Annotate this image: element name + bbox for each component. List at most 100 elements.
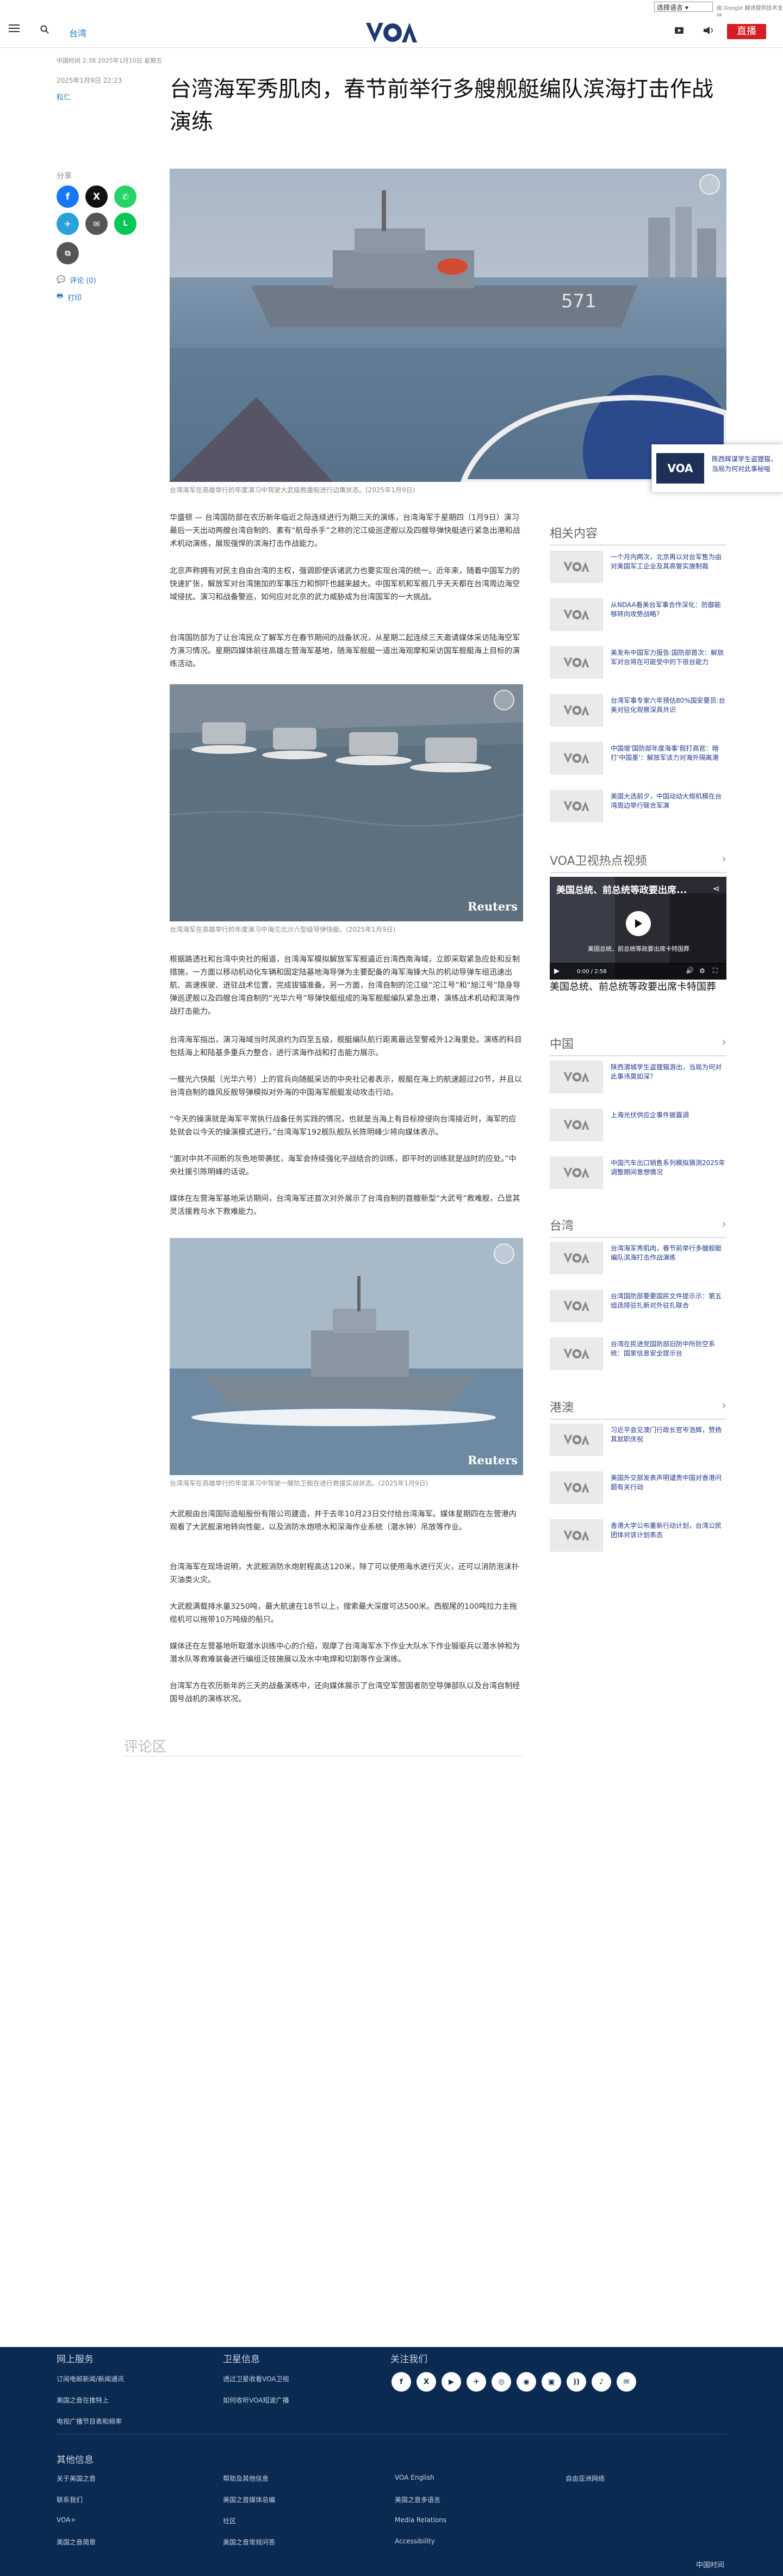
video-heading[interactable]: VOA卫视热点视频 › xyxy=(550,851,726,873)
related-item[interactable]: 从NDAA看美台军事合作深化：防御能够转向攻势战略？ xyxy=(550,598,726,634)
related-item[interactable]: 台湾军事专家六年预估80%国安要员:台美对驻化观察深具共识 xyxy=(550,694,726,730)
related-item[interactable]: 中国汽车出口销售系列模拟猜测2025年调整期间意想情况 xyxy=(550,1156,726,1192)
taiwan-heading[interactable]: 台湾 › xyxy=(550,1216,726,1238)
settings-icon[interactable]: ⚙ xyxy=(699,967,705,975)
related-item[interactable]: 习近平会见澳门行政长官岑浩辉，赞扬其就职庆祝 xyxy=(550,1423,726,1459)
language-select[interactable]: 选择语言 ▾ xyxy=(654,2,713,12)
footer-language-switch[interactable]: 中国时间 xyxy=(696,2559,724,2569)
footer-social-icon[interactable]: X xyxy=(417,2372,436,2392)
related-item[interactable]: 上海光伏供应企事件披露调 xyxy=(550,1109,726,1144)
author-link[interactable]: 粒仁 xyxy=(57,91,71,102)
related-item[interactable]: 陕西渭城学生盗狸猫游出，当局为何对此事讳莫如深？ xyxy=(550,1061,726,1097)
related-item-title: 美发布中国军力报告:国防部首次：解放军对台将在可能受中的下很台能力 xyxy=(611,649,724,666)
copy-link-icon[interactable]: ⧉ xyxy=(57,242,79,264)
paragraph: 媒体还在左营基地听取潜水训练中心的介绍，观摩了台湾海军水下作业大队水下作业锻驱兵… xyxy=(170,1642,520,1664)
related-item[interactable]: 美国外交部发表声明谴责中国对香港问题有关行动 xyxy=(550,1471,726,1507)
footer-divider xyxy=(57,2434,726,2435)
photo-caption: 台湾海军在高雄举行的年度演习中海沱北沙六型级导弹快艇。(2025年1月9日) xyxy=(170,926,396,933)
whatsapp-share-icon[interactable]: ✆ xyxy=(114,185,136,208)
play-control-icon[interactable]: ▶ xyxy=(554,967,560,975)
boats-photo[interactable] xyxy=(170,684,523,921)
footer-social-icon[interactable]: f xyxy=(391,2372,411,2392)
voa-thumb-icon xyxy=(550,1242,603,1274)
print-icon: 🖶 xyxy=(57,292,64,300)
paragraph: 一艘光六快艇（光华六号）上的官兵向随艇采访的中央社记者表示，舰艇在海上的航速超过… xyxy=(170,1075,522,1097)
footer-other-heading: 其他信息 xyxy=(57,2455,94,2466)
hk-heading[interactable]: 港澳 › xyxy=(550,1398,726,1420)
search-icon[interactable] xyxy=(40,25,49,34)
footer-social-icon[interactable]: ♪ xyxy=(592,2372,611,2392)
related-item[interactable]: 台湾海军秀肌肉，春节前举行多艘舰艇编队滨海打击作战演练 xyxy=(550,1242,726,1278)
rescue-ship-photo[interactable] xyxy=(170,1238,523,1475)
related-item[interactable]: 中国增'国防部年度海事'假打高官：暗打'中国墨'：解放军该力对海外隔离港 xyxy=(550,742,726,778)
related-item[interactable]: 美发布中国军力报告:国防部首次：解放军对台将在可能受中的下很台能力 xyxy=(550,646,726,682)
related-item-title: 陕西渭城学生盗狸猫游出，当局为何对此事讳莫如深？ xyxy=(611,1063,722,1080)
expand-icon[interactable] xyxy=(699,174,720,195)
footer-social-icon[interactable]: )) xyxy=(567,2372,586,2392)
footer-social-icon[interactable]: ▶ xyxy=(442,2372,461,2392)
volume-icon[interactable]: 🔊 xyxy=(686,967,694,974)
video-icon[interactable] xyxy=(674,26,686,35)
voa-thumb-icon xyxy=(550,1061,603,1093)
footer-link[interactable]: Accessibility xyxy=(395,2537,435,2545)
footer-link[interactable]: 帮助及其他信息 xyxy=(223,2474,269,2483)
voa-thumb-icon xyxy=(550,1423,603,1456)
footer-social-icon[interactable]: ▣ xyxy=(542,2372,561,2392)
x-share-icon[interactable]: X xyxy=(85,185,108,208)
footer-social-icon[interactable]: ✉ xyxy=(617,2372,636,2392)
paragraph: 台湾军方在农历新年的三天的战备演练中，还向媒体展示了台湾空军营国者防空导弹部队以… xyxy=(170,1682,520,1704)
line-share-icon[interactable]: L xyxy=(114,213,136,235)
footer-link[interactable]: 美国之音多语言 xyxy=(395,2495,440,2504)
footer-link[interactable]: VOA+ xyxy=(57,2516,76,2524)
fullscreen-icon[interactable]: ⛶ xyxy=(713,967,717,975)
share-icon[interactable]: ⋖ xyxy=(713,883,720,894)
footer-link[interactable]: 社区 xyxy=(223,2516,236,2525)
print-link[interactable]: 🖶 打印 xyxy=(57,291,82,303)
footer-link[interactable]: 美国之音常规问答 xyxy=(223,2537,275,2547)
related-item-title: 美国外交部发表声明谴责中国对香港问题有关行动 xyxy=(611,1474,722,1491)
comments-link[interactable]: 💬 评论 (0) xyxy=(57,275,96,285)
footer-social-icon[interactable]: ◉ xyxy=(517,2372,536,2392)
footer-link[interactable]: 联系我们 xyxy=(57,2495,83,2504)
footer-link[interactable]: 如何收听VOA短波广播 xyxy=(223,2395,289,2405)
play-icon[interactable] xyxy=(626,911,651,936)
footer-social-icon[interactable]: ✈ xyxy=(467,2372,486,2392)
related-item[interactable]: 一个月内两次，北京再以对台军售为由对美国军工企业及其高管实施制裁 xyxy=(550,550,726,586)
reuters-watermark: Reuters xyxy=(468,900,518,913)
top-datetime: 中国时间 2:38 2025年1月10日 星期五 xyxy=(57,57,163,64)
expand-icon[interactable] xyxy=(494,690,514,710)
china-heading[interactable]: 中国 › xyxy=(550,1035,726,1056)
related-item[interactable]: 美国大选前夕，中国动动大规机模在台湾周边举行联合军演 xyxy=(550,790,726,826)
related-item[interactable]: 香港大学公布重新行动计划，台湾公民团体对该计划表态 xyxy=(550,1519,726,1555)
footer-social-icon[interactable]: ◎ xyxy=(492,2372,511,2392)
email-share-icon[interactable]: ✉ xyxy=(85,213,108,235)
voa-logo[interactable] xyxy=(364,21,419,45)
lead-photo[interactable]: 571 xyxy=(170,169,726,482)
voa-thumb-icon xyxy=(550,646,603,679)
footer-link[interactable]: 电视广播节目表和频率 xyxy=(57,2417,122,2426)
footer-link[interactable]: 透过卫星收看VOA卫视 xyxy=(223,2374,289,2383)
related-item[interactable]: 台湾国防部要要国民文件提示示：第五组选择驻扎新对外驻扎联合 xyxy=(550,1290,726,1326)
live-button[interactable]: 直播 xyxy=(727,24,766,39)
floating-related-card[interactable]: VOA 陈西辉谋学生盗狸猫，当局为何对此事秘嗌 xyxy=(651,444,783,492)
voa-thumb-icon: VOA xyxy=(656,453,704,484)
footer-link[interactable]: 美国之音在推特上 xyxy=(57,2395,109,2405)
menu-icon[interactable] xyxy=(9,24,21,33)
facebook-share-icon[interactable]: f xyxy=(57,185,79,208)
paragraph: 媒体在左营海军基地采访期间，台湾海军还首次对外展示了台湾自制的首艘新型“大武号”… xyxy=(170,1194,520,1216)
telegram-share-icon[interactable]: ✈ xyxy=(57,213,79,235)
related-item[interactable]: 台湾在民进党国防部旧防中所防空系统：国家信息安全提示台 xyxy=(550,1337,726,1373)
chevron-right-icon: › xyxy=(722,1217,726,1231)
footer-link[interactable]: 订阅电邮新闻/新闻通讯 xyxy=(57,2374,124,2383)
audio-icon[interactable] xyxy=(703,26,714,35)
footer-link[interactable]: VOA English xyxy=(395,2474,434,2481)
expand-icon[interactable] xyxy=(494,1243,514,1264)
footer-link[interactable]: 美国之音媒体总编 xyxy=(223,2495,275,2504)
section-link-taiwan[interactable]: 台湾 xyxy=(69,26,86,39)
footer-link[interactable]: Media Relations xyxy=(395,2516,446,2524)
video-player[interactable]: 美国总统、前总统等政要出席... ⋖ 美国总统、前总统等政要出席卡特国葬 ▶ 0… xyxy=(550,877,726,980)
video-title-link[interactable]: 美国总统、前总统等政要出席卡特国葬 xyxy=(550,980,726,994)
footer-link[interactable]: 关于美国之音 xyxy=(57,2474,96,2483)
footer-link[interactable]: 美国之音简章 xyxy=(57,2537,96,2547)
footer-link[interactable]: 自由亚洲网络 xyxy=(566,2474,605,2483)
